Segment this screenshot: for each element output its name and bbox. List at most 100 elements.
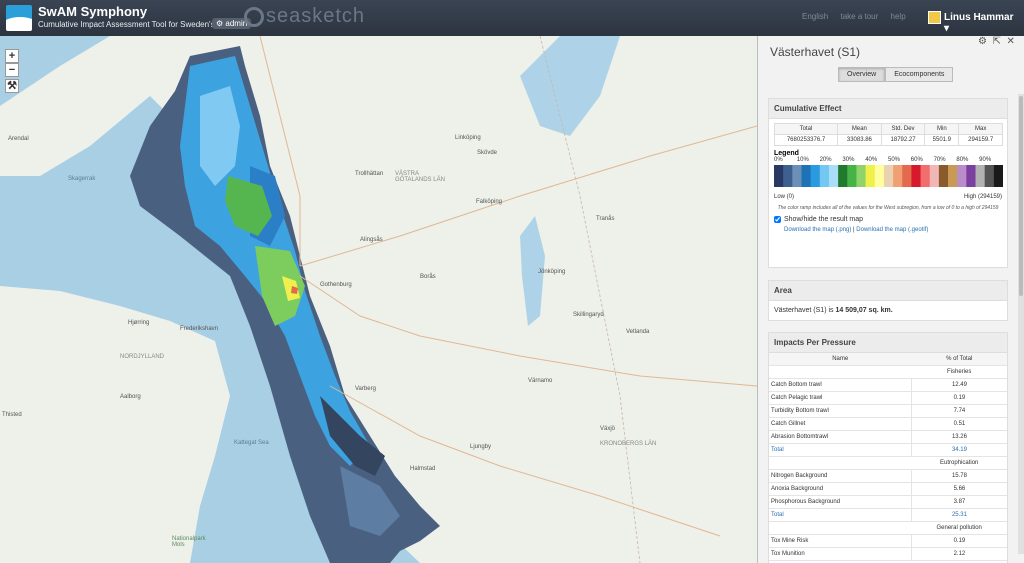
ramp-swatch bbox=[975, 165, 986, 187]
legend-pct: 30% bbox=[842, 157, 855, 163]
ramp-swatch bbox=[783, 165, 793, 187]
table-row: Turbidity Bottom trawl 7.74 bbox=[769, 404, 1007, 418]
map-label: Thisted bbox=[2, 412, 22, 418]
zoom-in-button[interactable]: + bbox=[5, 49, 19, 63]
legend-pct: 90% bbox=[979, 157, 992, 163]
zoom-out-button[interactable]: − bbox=[5, 63, 19, 77]
stats-value: 33083.86 bbox=[837, 134, 882, 146]
map-label: Hjørring bbox=[128, 320, 150, 326]
user-name: Linus Hammar bbox=[944, 12, 1014, 23]
table-row: Tox Mine Risk 0.19 bbox=[769, 534, 1007, 548]
legend-pct: 0% bbox=[774, 157, 783, 163]
stats-value: 294159.7 bbox=[958, 134, 1003, 146]
show-result-map-checkbox[interactable] bbox=[774, 216, 781, 223]
ramp-swatch bbox=[838, 165, 848, 187]
map-label: Frederikshavn bbox=[180, 326, 219, 332]
total-row: Total 25.31 bbox=[769, 508, 1007, 522]
ramp-swatch bbox=[819, 165, 830, 187]
impacts-col-name: Name bbox=[769, 353, 912, 366]
ramp-swatch bbox=[948, 165, 958, 187]
total-label: Total bbox=[769, 508, 912, 522]
map-canvas[interactable] bbox=[0, 36, 757, 563]
impacts-col-pct: % of Total bbox=[911, 353, 1007, 366]
stats-header: Mean bbox=[837, 123, 882, 135]
gear-icon[interactable]: ⚙ bbox=[978, 36, 987, 47]
stats-header: Total bbox=[773, 123, 839, 135]
wrench-icon[interactable]: ⚒ bbox=[5, 79, 19, 93]
popout-icon[interactable]: ⇱ bbox=[993, 36, 1001, 47]
download-png-link[interactable]: Download the map (.png) bbox=[784, 227, 851, 233]
impacts-category: Fisheries bbox=[911, 365, 1007, 379]
stats-header: Max bbox=[958, 123, 1003, 135]
legend-pct: 60% bbox=[910, 157, 923, 163]
map-label: Linköping bbox=[455, 135, 481, 141]
impact-name: Phosphorous Background bbox=[769, 495, 912, 509]
legend-pct: 80% bbox=[956, 157, 969, 163]
map-label: Trollhättan bbox=[355, 171, 384, 177]
impact-value: 0.51 bbox=[910, 417, 1007, 431]
language-link[interactable]: English bbox=[802, 12, 828, 21]
impact-value: 15.78 bbox=[910, 469, 1007, 483]
ramp-swatch bbox=[874, 165, 885, 187]
show-result-map-toggle[interactable]: Show/hide the result map bbox=[774, 216, 1002, 223]
map-view[interactable]: + − ⚒ Arendal Skagerrak Hjørring Frederi… bbox=[0, 36, 757, 563]
map-label: Värnamo bbox=[528, 378, 553, 384]
impacts-category: Eutrophication bbox=[911, 456, 1007, 470]
map-label: Aalborg bbox=[120, 394, 141, 400]
total-row: Total 34.19 bbox=[769, 443, 1007, 457]
map-label: Skagerrak bbox=[68, 176, 96, 182]
ramp-swatch bbox=[938, 165, 949, 187]
tab-ecocomponents[interactable]: Ecocomponents bbox=[885, 67, 954, 82]
close-icon[interactable]: ✕ bbox=[1006, 36, 1014, 47]
area-card: Area Västerhavet (S1) is 14 509,07 sq. k… bbox=[768, 280, 1008, 321]
map-label: Falköping bbox=[476, 199, 503, 205]
impact-name: Abrasion Bottomtrawl bbox=[769, 430, 912, 444]
legend-pct: 50% bbox=[887, 157, 900, 163]
ramp-swatch bbox=[774, 165, 784, 187]
download-separator: | bbox=[853, 227, 855, 233]
impact-value: 2.12 bbox=[910, 547, 1007, 561]
ramp-swatch bbox=[801, 165, 812, 187]
map-label: Skillingaryd bbox=[573, 312, 604, 318]
ramp-low: Low (0) bbox=[774, 194, 795, 200]
download-geotif-link[interactable]: Download the map (.geotif) bbox=[856, 227, 928, 233]
panel-scroll-thumb[interactable] bbox=[1019, 96, 1023, 296]
legend-pct: 20% bbox=[819, 157, 832, 163]
tour-link[interactable]: take a tour bbox=[840, 12, 878, 21]
area-text: Västerhavet (S1) is 14 509,07 sq. km. bbox=[769, 301, 1007, 320]
stats-value: 5501.9 bbox=[924, 134, 960, 146]
ramp-swatch bbox=[792, 165, 802, 187]
impact-value: 3.87 bbox=[910, 495, 1007, 509]
impact-name: Catch Bottom trawl bbox=[769, 378, 912, 392]
seasketch-logo-icon bbox=[244, 7, 264, 27]
ramp-swatch bbox=[847, 165, 857, 187]
stats-header: Std. Dev bbox=[880, 123, 926, 135]
cumulative-effect-card: Cumulative Effect Total Mean Std. Dev Mi… bbox=[768, 98, 1008, 268]
legend-pct: 10% bbox=[796, 157, 809, 163]
table-row: Anoxia Background 5.66 bbox=[769, 482, 1007, 496]
legend-pct: 70% bbox=[933, 157, 946, 163]
tab-overview[interactable]: Overview bbox=[838, 67, 886, 82]
impacts-heading: Impacts Per Pressure bbox=[769, 333, 1007, 353]
table-row: Tox Munition 2.12 bbox=[769, 547, 1007, 561]
ramp-swatch bbox=[828, 165, 839, 187]
ramp-swatch bbox=[902, 165, 912, 187]
map-label: Arendal bbox=[8, 136, 29, 142]
map-label: Kattegat Sea bbox=[234, 440, 269, 446]
map-label: Växjö bbox=[600, 426, 616, 432]
impact-value: 0.19 bbox=[910, 534, 1007, 548]
help-link[interactable]: help bbox=[891, 12, 906, 21]
area-heading: Area bbox=[769, 281, 1007, 301]
download-links: Download the map (.png) | Download the m… bbox=[784, 227, 992, 233]
impact-value: 13.26 bbox=[910, 430, 1007, 444]
map-label: Ljungby bbox=[470, 444, 492, 450]
user-avatar bbox=[928, 11, 941, 24]
impact-name: Anoxia Background bbox=[769, 482, 912, 496]
area-text-prefix: Västerhavet (S1) is bbox=[774, 307, 836, 314]
map-label: Borås bbox=[420, 274, 436, 280]
impact-value: 0.19 bbox=[910, 391, 1007, 405]
map-label: Halmstad bbox=[410, 466, 436, 472]
impact-name: Nitrogen Background bbox=[769, 469, 912, 483]
map-label: Jönköping bbox=[538, 269, 566, 275]
user-menu[interactable]: Linus Hammar ▾ bbox=[924, 7, 1020, 34]
